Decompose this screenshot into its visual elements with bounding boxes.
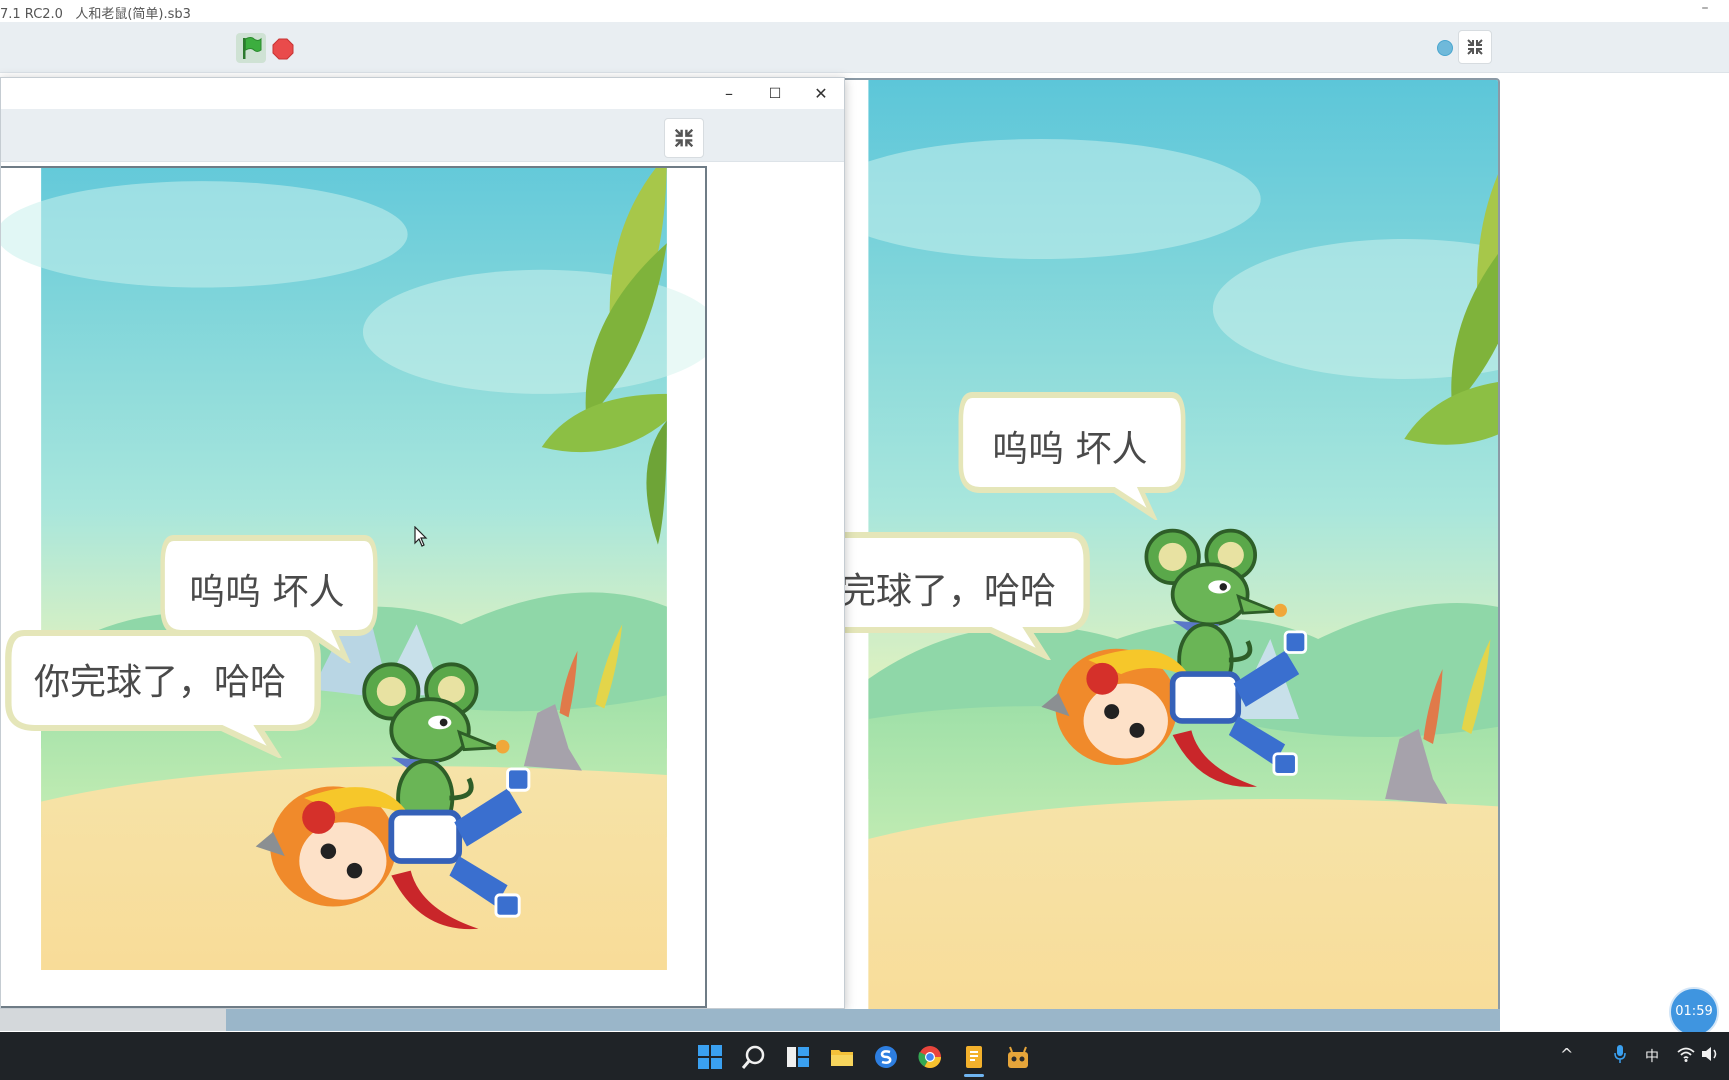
shrink-icon [1467,39,1483,55]
turbo-indicator [1437,40,1453,56]
stage-large[interactable]: 呜呜 坏人 你完球了，哈哈 [830,78,1500,1030]
inner-toolbar [1,109,844,162]
bubble-hero-text: 呜呜 坏人 [992,429,1148,470]
active-app-indicator [964,1074,984,1077]
inner-side-panel [708,162,844,1008]
outer-minimize-button[interactable]: – [1695,0,1715,20]
microphone-icon[interactable] [1614,1044,1626,1064]
recording-timer[interactable]: 01:59 [1669,987,1719,1037]
notes-app-icon[interactable] [961,1044,987,1070]
chrome-icon[interactable] [917,1044,943,1070]
stage-small[interactable]: 呜呜 坏人 你完球了，哈哈 [1,166,707,1008]
search-icon[interactable] [741,1044,767,1070]
player-toolbar [0,22,1729,73]
exit-fullscreen-button[interactable] [1458,30,1492,64]
wifi-icon[interactable] [1676,1044,1696,1064]
sogou-browser-icon[interactable] [873,1044,899,1070]
tray-overflow-chevron-icon[interactable]: ^ [1560,1045,1573,1064]
bubble-villain-text: 你完球了，哈哈 [34,662,287,703]
bubble-hero-text: 呜呜 坏人 [189,572,345,613]
taskbar [0,1032,1729,1080]
scratch-player-icon[interactable] [1005,1044,1031,1070]
inner-close-button[interactable]: ✕ [801,80,841,108]
volume-icon[interactable] [1700,1044,1720,1064]
bubble-villain-text: 你完球了，哈哈 [832,571,1057,612]
inner-title-bar: – ☐ ✕ [1,78,844,109]
green-flag-button[interactable] [236,33,266,63]
shrink-icon [674,128,694,148]
task-view-icon[interactable] [785,1044,811,1070]
input-method-indicator[interactable]: 中 [1645,1046,1659,1066]
inner-minimize-button[interactable]: – [709,80,749,108]
green-flag-icon [243,37,262,59]
stop-button[interactable] [272,38,294,60]
stop-icon [272,38,294,60]
inner-maximize-button[interactable]: ☐ [755,80,795,108]
window-title: 7.1 RC2.0 人和老鼠(简单).sb3 [0,7,191,22]
file-explorer-icon[interactable] [829,1044,855,1070]
windows-start-icon[interactable] [697,1044,723,1070]
inner-exit-fullscreen-button[interactable] [664,118,704,158]
outer-title-bar: 7.1 RC2.0 人和老鼠(简单).sb3 – [0,0,1729,22]
background-strip-left [0,1009,226,1031]
mouse-cursor-icon [414,526,428,547]
